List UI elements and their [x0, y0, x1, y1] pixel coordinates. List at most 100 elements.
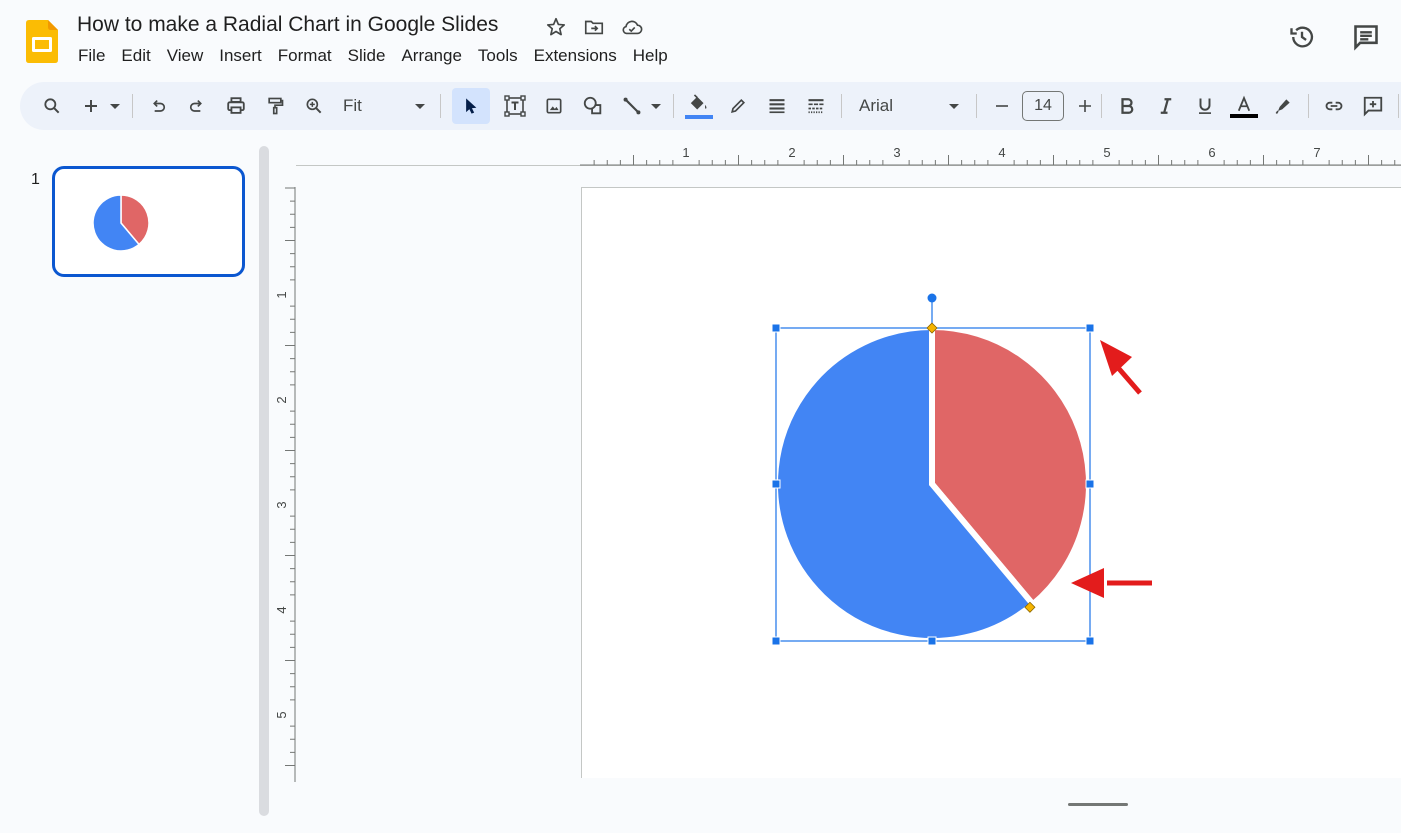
resize-handle-bottom-right[interactable]	[1085, 636, 1095, 646]
zoom-value: Fit	[343, 96, 362, 115]
italic-button[interactable]	[1152, 90, 1180, 122]
move-to-folder-icon[interactable]	[582, 15, 606, 39]
print-icon	[227, 97, 245, 114]
menu-format[interactable]: Format	[270, 46, 340, 66]
ruler-label: 4	[274, 606, 289, 613]
arrow-to-corner-handle	[1100, 340, 1142, 395]
menu-edit[interactable]: Edit	[113, 46, 158, 66]
toolbar-divider	[1308, 94, 1309, 118]
speaker-notes-resize-handle[interactable]	[1068, 803, 1128, 806]
bold-button[interactable]	[1113, 90, 1141, 122]
menu-slide[interactable]: Slide	[340, 46, 394, 66]
slide-thumbnail-1[interactable]	[52, 166, 245, 277]
toolbar-divider	[132, 94, 133, 118]
menu-insert[interactable]: Insert	[211, 46, 270, 66]
add-comment-button[interactable]	[1359, 90, 1387, 122]
comments-icon[interactable]	[1351, 22, 1381, 52]
fill-color-indicator	[685, 114, 713, 119]
menu-view[interactable]: View	[159, 46, 212, 66]
menu-file[interactable]: File	[70, 46, 113, 66]
menu-tools[interactable]: Tools	[470, 46, 526, 66]
insert-image-button[interactable]	[540, 90, 568, 122]
text-color-icon	[1237, 95, 1251, 111]
menu-extensions[interactable]: Extensions	[526, 46, 625, 66]
pie-shape[interactable]	[772, 323, 1092, 644]
highlighter-icon	[1275, 99, 1290, 114]
border-dash-button[interactable]	[802, 90, 830, 122]
slide-canvas[interactable]	[581, 187, 1401, 778]
text-color-indicator	[1230, 113, 1258, 118]
line-type-dropdown[interactable]	[650, 90, 662, 122]
new-slide-layout-dropdown[interactable]	[109, 90, 121, 122]
ruler-label: 2	[274, 396, 289, 403]
resize-handle-bottom[interactable]	[927, 636, 937, 646]
paint-roller-icon	[268, 97, 284, 115]
toolbar-divider	[976, 94, 977, 118]
resize-handle-left[interactable]	[771, 479, 781, 489]
shape-button[interactable]	[579, 90, 607, 122]
version-history-icon[interactable]	[1287, 22, 1317, 52]
font-size-input[interactable]: 14	[1022, 91, 1064, 121]
select-tool-button[interactable]	[452, 88, 490, 124]
slide-number: 1	[31, 171, 40, 188]
vertical-ruler[interactable]: 1 2 3 4 5	[270, 187, 296, 782]
menu-bar: File Edit View Insert Format Slide Arran…	[70, 46, 676, 66]
filmstrip-scrollbar[interactable]	[259, 146, 269, 816]
slide-content	[771, 293, 1152, 646]
toolbar-divider	[1101, 94, 1102, 118]
insert-link-button[interactable]	[1320, 90, 1348, 122]
bold-icon	[1121, 98, 1134, 114]
text-box-icon	[504, 95, 526, 117]
menu-help[interactable]: Help	[625, 46, 676, 66]
resize-handle-bottom-left[interactable]	[771, 636, 781, 646]
minus-icon	[996, 105, 1008, 107]
ruler-label: 6	[1208, 145, 1215, 160]
star-icon[interactable]	[544, 15, 568, 39]
menu-arrange[interactable]: Arrange	[393, 46, 469, 66]
paint-format-button[interactable]	[261, 90, 289, 122]
pencil-icon	[731, 98, 746, 113]
slides-logo-icon[interactable]	[26, 20, 58, 63]
font-family-select[interactable]: Arial	[853, 90, 965, 122]
resize-handle-right[interactable]	[1085, 479, 1095, 489]
redo-icon	[189, 99, 202, 112]
caret-down-icon	[949, 103, 959, 109]
image-icon	[546, 98, 562, 114]
border-color-button[interactable]	[724, 90, 752, 122]
text-color-button[interactable]	[1230, 90, 1258, 122]
fill-color-button[interactable]	[685, 90, 713, 122]
ruler-label: 5	[274, 711, 289, 718]
plus-icon	[85, 100, 97, 112]
ruler-label: 1	[682, 145, 689, 160]
ruler-label: 4	[998, 145, 1005, 160]
text-box-button[interactable]	[501, 90, 529, 122]
border-weight-button[interactable]	[763, 90, 791, 122]
resize-handle-top-left[interactable]	[771, 323, 781, 333]
new-slide-button[interactable]	[77, 90, 105, 122]
border-weight-icon	[769, 99, 785, 114]
resize-handle-top-right[interactable]	[1085, 323, 1095, 333]
underline-button[interactable]	[1191, 90, 1219, 122]
search-menus-button[interactable]	[38, 90, 66, 122]
rotate-handle[interactable]	[927, 293, 937, 303]
caret-down-icon	[415, 103, 425, 109]
highlight-color-button[interactable]	[1269, 90, 1297, 122]
toolbar-divider	[1398, 94, 1399, 118]
ruler-label: 2	[788, 145, 795, 160]
line-button[interactable]	[618, 90, 646, 122]
border-dash-icon	[808, 99, 824, 114]
font-family-value: Arial	[859, 96, 894, 115]
arrow-to-adjust-handle	[1071, 568, 1152, 598]
cloud-saved-icon[interactable]	[620, 15, 644, 39]
zoom-select[interactable]: Fit	[339, 90, 429, 122]
document-title[interactable]: How to make a Radial Chart in Google Sli…	[77, 13, 498, 37]
zoom-button[interactable]	[300, 90, 328, 122]
print-button[interactable]	[222, 90, 250, 122]
redo-button[interactable]	[183, 90, 211, 122]
toolbar-divider	[673, 94, 674, 118]
horizontal-ruler[interactable]: 1 2 3 4 5 6 7	[580, 140, 1401, 166]
undo-button[interactable]	[144, 90, 172, 122]
increase-font-size-button[interactable]	[1075, 90, 1095, 122]
undo-icon	[153, 99, 166, 112]
decrease-font-size-button[interactable]	[988, 90, 1016, 122]
